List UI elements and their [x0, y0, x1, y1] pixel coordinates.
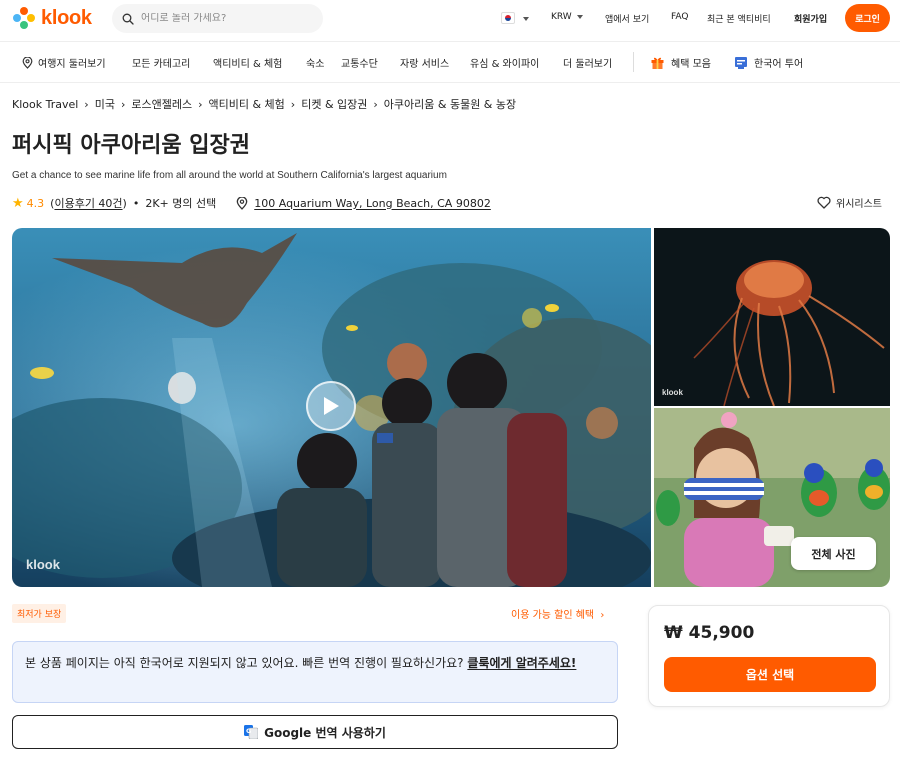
klook-watermark: klook: [26, 557, 60, 572]
heart-icon: [817, 196, 831, 209]
wishlist-label: 위시리스트: [836, 199, 882, 210]
wishlist-button[interactable]: 위시리스트: [817, 195, 882, 210]
top-header: klook KRW 앱에서 보기 FAQ 최근 본 액티비티 회원가입 로그인: [0, 0, 900, 40]
breadcrumb-item[interactable]: 티켓 & 입장권: [301, 96, 367, 112]
breadcrumb-item[interactable]: 로스앤젤레스: [131, 96, 192, 112]
breadcrumb-item[interactable]: 미국: [95, 96, 115, 112]
chevron-right-icon: ›: [373, 97, 378, 111]
currency-selector[interactable]: KRW: [551, 12, 583, 22]
rating-score: 4.3: [26, 196, 45, 210]
reviews-link[interactable]: (이용후기 40건): [50, 195, 127, 211]
nav-item-destinations[interactable]: 여행지 둘러보기: [22, 55, 106, 70]
breadcrumb-item[interactable]: 액티비티 & 체험: [209, 96, 285, 112]
page-title: 퍼시픽 아쿠아리움 입장권: [12, 133, 250, 158]
translation-notice: 본 상품 페이지는 아직 한국어로 지원되지 않고 있어요. 빠른 번역 진행이…: [12, 641, 618, 703]
chevron-right-icon: ›: [600, 610, 605, 621]
available-discounts-link[interactable]: 이용 가능 할인 혜택 ›: [511, 606, 604, 621]
play-video-button[interactable]: [306, 381, 356, 431]
chevron-down-icon[interactable]: [523, 17, 529, 21]
chevron-right-icon: ›: [84, 97, 89, 111]
gift-icon: [651, 57, 664, 69]
nav-item-more[interactable]: 더 둘러보기: [563, 55, 612, 70]
nav-divider: [633, 52, 634, 72]
google-translate-button[interactable]: G Google 번역 사용하기: [12, 715, 618, 749]
jellyfish-photo[interactable]: klook: [654, 228, 890, 406]
nav-item-transport[interactable]: 교통수단: [341, 55, 378, 70]
best-price-badge: 최저가 보장: [12, 604, 67, 623]
discount-link-label: 이용 가능 할인 혜택: [511, 610, 595, 621]
search-icon: [122, 13, 134, 25]
nav-label: 한국어 투어: [754, 59, 804, 70]
location-pin-icon: [236, 196, 248, 210]
search-input[interactable]: [141, 13, 311, 24]
rating-row: ★ 4.3 (이용후기 40건) • 2K+ 명의 선택 100 Aquariu…: [12, 194, 892, 212]
login-button[interactable]: 로그인: [845, 4, 890, 32]
price-value: ₩ 45,900: [664, 623, 755, 643]
tour-guide-icon: [735, 56, 747, 69]
klook-logo[interactable]: klook: [12, 6, 92, 30]
product-subtitle: Get a chance to see marine life from all…: [12, 170, 447, 181]
faq-link[interactable]: FAQ: [671, 12, 688, 22]
nav-item-korean-tour[interactable]: 한국어 투어: [734, 55, 803, 70]
address-link[interactable]: 100 Aquarium Way, Long Beach, CA 90802: [254, 197, 491, 210]
chevron-right-icon: ›: [120, 97, 126, 111]
category-nav: 여행지 둘러보기 모든 카테고리 액티비티 & 체험 숙소 교통수단 자랑 서비…: [0, 41, 900, 83]
chevron-right-icon: ›: [198, 97, 203, 111]
nav-item-categories[interactable]: 모든 카테고리: [132, 55, 190, 70]
nav-label: 여행지 둘러보기: [38, 59, 106, 70]
klook-logo-icon: [13, 7, 35, 29]
currency-label: KRW: [551, 12, 572, 22]
chevron-down-icon: [576, 14, 583, 19]
parrot-feeding-photo[interactable]: 전체 사진: [654, 408, 890, 587]
view-all-photos-button[interactable]: 전체 사진: [791, 537, 876, 570]
star-icon: ★: [12, 195, 24, 211]
booked-count: 2K+ 명의 선택: [145, 197, 217, 210]
klook-watermark-small: klook: [662, 388, 683, 397]
nav-item-car-services[interactable]: 자랑 서비스: [400, 55, 449, 70]
nav-item-deals[interactable]: 혜택 모음: [650, 55, 711, 70]
nav-item-activities[interactable]: 액티비티 & 체험: [213, 55, 282, 70]
google-translate-label: Google 번역 사용하기: [264, 725, 386, 740]
separator-dot: •: [132, 196, 140, 210]
recent-activities-link[interactable]: 최근 본 액티비티: [707, 12, 771, 25]
reviews-count: 이용후기 40건: [54, 197, 123, 210]
main-photo[interactable]: klook: [12, 228, 651, 587]
notice-text: 본 상품 페이지는 아직 한국어로 지원되지 않고 있어요. 빠른 번역 진행이…: [25, 656, 468, 670]
chevron-right-icon: ›: [290, 97, 296, 111]
nav-label: 혜택 모음: [671, 59, 711, 70]
notify-klook-link[interactable]: 클룩에게 알려주세요!: [467, 656, 576, 670]
breadcrumb-item[interactable]: 아쿠아리움 & 동물원 & 농장: [384, 96, 516, 112]
svg-text:G: G: [246, 727, 251, 735]
reviews-close-paren: ): [122, 197, 127, 210]
select-option-button[interactable]: 옵션 선택: [664, 657, 876, 692]
signup-link[interactable]: 회원가입: [794, 12, 827, 25]
korea-flag-icon[interactable]: [501, 12, 515, 24]
price-card: ₩ 45,900 옵션 선택: [648, 605, 890, 707]
breadcrumb: Klook Travel › 미국 › 로스앤젤레스 › 액티비티 & 체험 ›…: [12, 96, 516, 112]
play-icon: [324, 397, 339, 415]
nav-item-stays[interactable]: 숙소: [306, 55, 324, 70]
nav-item-sim-wifi[interactable]: 유심 & 와이파이: [470, 55, 539, 70]
breadcrumb-item[interactable]: Klook Travel: [12, 98, 78, 111]
jellyfish-image: [654, 228, 890, 406]
google-translate-icon: G: [244, 725, 259, 739]
app-link[interactable]: 앱에서 보기: [605, 12, 649, 25]
location-pin-icon: [22, 56, 33, 69]
logo-text: klook: [41, 6, 92, 29]
search-bar[interactable]: [112, 4, 323, 33]
